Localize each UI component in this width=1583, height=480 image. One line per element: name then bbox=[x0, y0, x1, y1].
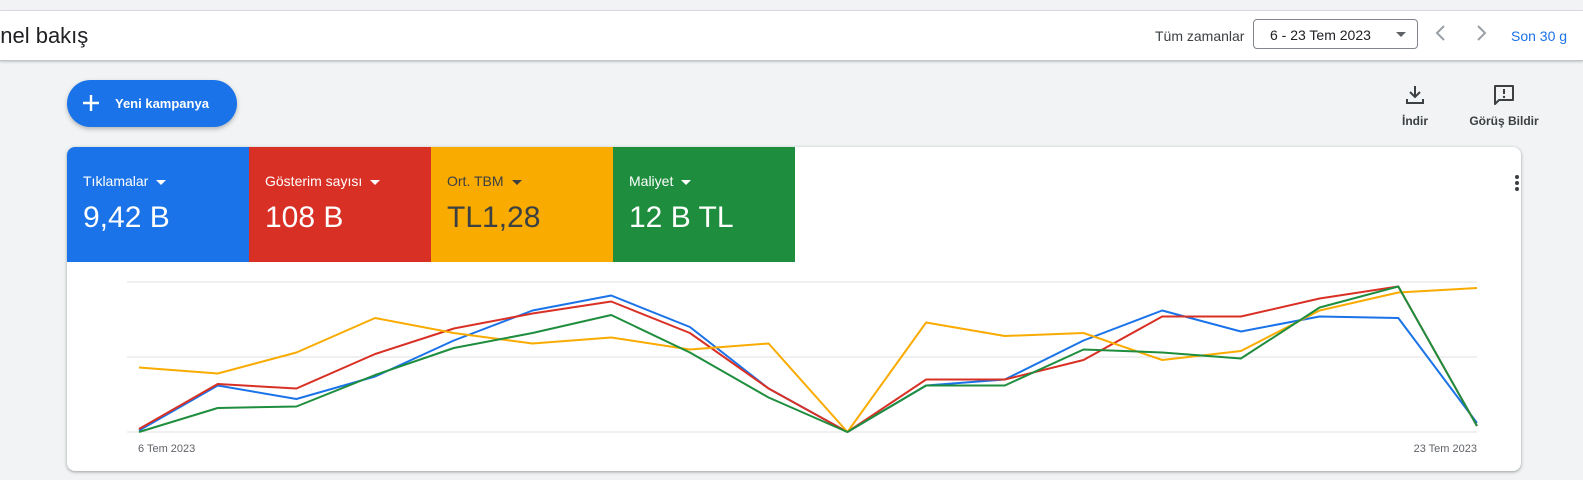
chart-series bbox=[138, 285, 1478, 433]
time-range-label: Tüm zamanlar bbox=[1155, 28, 1245, 44]
new-campaign-label: Yeni kampanya bbox=[115, 96, 209, 111]
chart-grid bbox=[127, 281, 1477, 433]
series-line-0 bbox=[138, 294, 1478, 433]
plus-icon bbox=[83, 95, 99, 111]
chevron-down-icon bbox=[1396, 32, 1406, 37]
download-button[interactable]: İndir bbox=[1395, 84, 1435, 128]
new-campaign-button[interactable]: Yeni kampanya bbox=[67, 80, 237, 127]
feedback-icon bbox=[1494, 85, 1514, 105]
date-range-value: 6 - 23 Tem 2023 bbox=[1270, 27, 1371, 43]
feedback-button[interactable]: Görüş Bildir bbox=[1467, 84, 1541, 128]
chevron-right-icon[interactable] bbox=[1471, 23, 1491, 43]
page-header: enel bakış Tüm zamanlar 6 - 23 Tem 2023 … bbox=[0, 11, 1583, 61]
download-icon bbox=[1406, 86, 1424, 104]
top-strip bbox=[0, 0, 1583, 11]
x-tick-label-start: 6 Tem 2023 bbox=[138, 443, 195, 455]
download-label: İndir bbox=[1402, 114, 1428, 128]
series-line-1 bbox=[138, 285, 1478, 433]
period-link[interactable]: Son 30 g bbox=[1511, 28, 1567, 44]
performance-card: Tıklamalar 9,42 B Gösterim sayısı 108 B … bbox=[67, 147, 1521, 471]
date-range-select[interactable]: 6 - 23 Tem 2023 bbox=[1253, 19, 1418, 49]
x-tick-label-end: 23 Tem 2023 bbox=[1414, 443, 1477, 455]
performance-chart: 6 Tem 2023 23 Tem 2023 bbox=[127, 281, 1478, 455]
page-title: enel bakış bbox=[0, 23, 89, 48]
feedback-label: Görüş Bildir bbox=[1469, 114, 1539, 128]
chevron-left-icon[interactable] bbox=[1431, 23, 1451, 43]
